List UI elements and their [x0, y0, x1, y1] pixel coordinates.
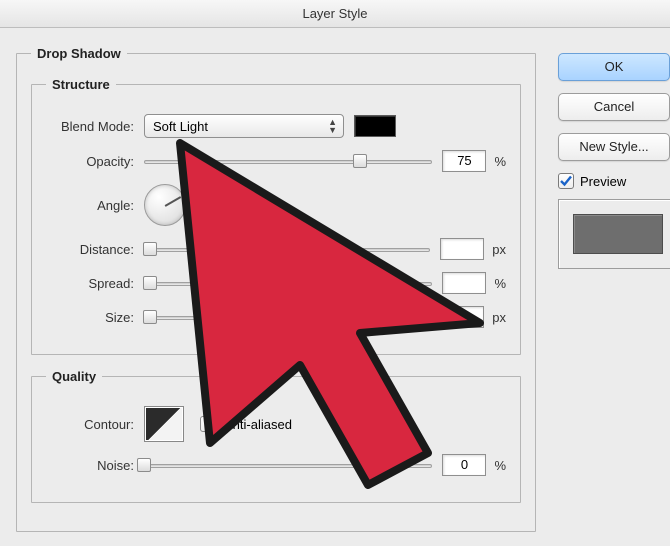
blend-mode-label: Blend Mode: [46, 119, 144, 134]
size-slider[interactable] [144, 308, 430, 326]
distance-unit: px [492, 242, 506, 257]
noise-label: Noise: [46, 458, 144, 473]
preview-checkbox[interactable] [558, 173, 574, 189]
noise-slider[interactable] [144, 456, 432, 474]
spread-label: Spread: [46, 276, 144, 291]
distance-label: Distance: [46, 242, 144, 257]
anti-aliased-checkbox[interactable] [200, 416, 216, 432]
main-column: Drop Shadow Structure Blend Mode: Soft L… [16, 46, 536, 546]
spread-unit: % [494, 276, 506, 291]
contour-label: Contour: [46, 417, 144, 432]
spread-slider[interactable] [144, 274, 432, 292]
distance-input[interactable] [440, 238, 484, 260]
size-unit: px [492, 310, 506, 325]
window-title: Layer Style [0, 0, 670, 28]
dialog-content: OK Cancel New Style... Preview Drop Shad… [0, 28, 670, 503]
preview-checkbox-row: Preview [558, 173, 670, 189]
opacity-label: Opacity: [46, 154, 144, 169]
anti-aliased-label: Anti-aliased [224, 417, 292, 432]
noise-unit: % [494, 458, 506, 473]
drop-shadow-legend: Drop Shadow [31, 46, 127, 61]
ok-button[interactable]: OK [558, 53, 670, 81]
drop-shadow-color-swatch[interactable] [354, 115, 396, 137]
opacity-slider[interactable] [144, 152, 432, 170]
blend-mode-select[interactable]: Soft Light ▲▼ [144, 114, 344, 138]
size-label: Size: [46, 310, 144, 325]
distance-slider[interactable] [144, 240, 430, 258]
right-button-column: OK Cancel New Style... Preview [550, 53, 670, 269]
preview-swatch [558, 199, 670, 269]
contour-picker[interactable] [144, 406, 184, 442]
structure-group: Structure Blend Mode: Soft Light ▲▼ Opac… [31, 77, 521, 355]
contour-row: Contour: Anti-aliased [46, 406, 506, 442]
spread-input[interactable] [442, 272, 486, 294]
angle-label: Angle: [46, 198, 144, 213]
angle-dial[interactable] [144, 184, 186, 226]
drop-shadow-group: Drop Shadow Structure Blend Mode: Soft L… [16, 46, 536, 532]
angle-input[interactable]: 30 [196, 194, 240, 216]
opacity-row: Opacity: 75 % [46, 150, 506, 172]
size-row: Size: px [46, 306, 506, 328]
blend-mode-row: Blend Mode: Soft Light ▲▼ [46, 114, 506, 138]
size-input[interactable] [440, 306, 484, 328]
opacity-unit: % [494, 154, 506, 169]
noise-row: Noise: 0 % [46, 454, 506, 476]
angle-row: Angle: 30 [46, 184, 506, 226]
distance-row: Distance: px [46, 238, 506, 260]
noise-input[interactable]: 0 [442, 454, 486, 476]
quality-group: Quality Contour: Anti-aliased Noise: 0 % [31, 369, 521, 503]
quality-legend: Quality [46, 369, 102, 384]
updown-icon: ▲▼ [328, 118, 337, 134]
blend-mode-value: Soft Light [153, 119, 208, 134]
cancel-button[interactable]: Cancel [558, 93, 670, 121]
new-style-button[interactable]: New Style... [558, 133, 670, 161]
spread-row: Spread: % [46, 272, 506, 294]
structure-legend: Structure [46, 77, 116, 92]
preview-label: Preview [580, 174, 626, 189]
opacity-input[interactable]: 75 [442, 150, 486, 172]
check-icon [559, 174, 573, 188]
